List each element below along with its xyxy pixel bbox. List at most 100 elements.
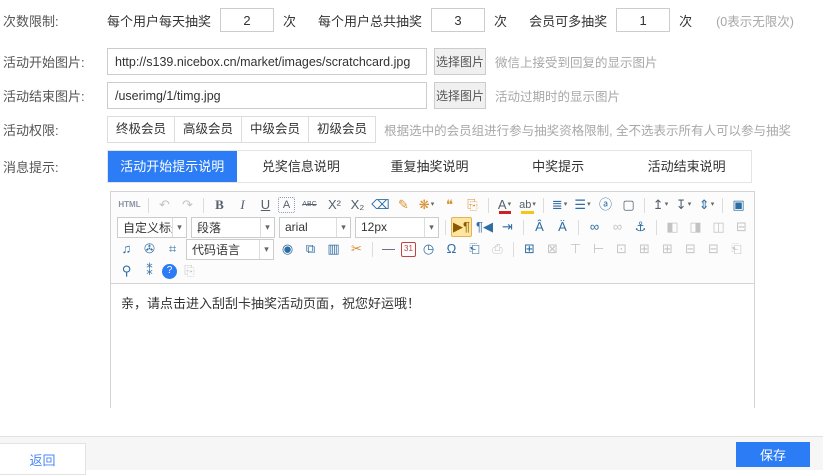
preview-icon[interactable]: ⚲ [116,261,137,281]
limits-fields: 每个用户每天抽奖 次 每个用户总共抽奖 次 会员可多抽奖 次 (0表示无限次) [107,8,794,32]
rich-text-editor: HTML↶↷BIUAABCX²X₂⌫✎❋▾❝⎘A▾ab▾≣▾☰▾ⓐ▢↥▾↧▾⇕▾… [110,191,755,408]
new-page-icon[interactable]: ▢ [618,195,639,215]
toolbar-separator [372,242,373,257]
columns-icon[interactable]: ▥ [323,239,344,259]
per-day-input[interactable] [220,8,274,32]
font-border-icon[interactable]: A [278,197,295,213]
editor-content[interactable]: 亲，请点击进入刮刮卡抽奖活动页面，祝您好运哦！ [111,284,754,408]
total-label: 每个用户总共抽奖 [318,11,422,30]
message-tab[interactable]: 活动结束说明 [622,151,751,182]
member-option-button[interactable]: 终极会员 [107,116,175,143]
subscript-icon[interactable]: X₂ [347,195,368,215]
bold-icon[interactable]: B [209,195,230,215]
message-tab[interactable]: 兑奖信息说明 [237,151,366,182]
insert-table-icon[interactable]: ⊞ [519,239,540,259]
font-size-select[interactable]: 12px▾ [355,217,439,238]
insert-col-icon: ⊞ [657,239,678,259]
end-image-label: 活动结束图片: [3,86,107,105]
paragraph-space-bottom-icon[interactable]: ↧▾ [673,195,694,215]
edit-code-icon[interactable]: ⌗ [162,239,183,259]
italic-icon[interactable]: I [232,195,253,215]
save-button[interactable]: 保存 [736,442,810,467]
member-extra-input[interactable] [616,8,670,32]
special-char-icon[interactable]: Ω [441,239,462,259]
paste-filter-icon[interactable]: ⎘ [462,195,483,215]
start-image-input[interactable] [107,48,427,75]
permission-label: 活动权限: [3,120,107,139]
delete-table-icon: ⊠ [542,239,563,259]
ltr-paragraph-icon[interactable]: ▶¶ [451,217,472,237]
message-tab[interactable]: 中奖提示 [494,151,623,182]
image-align-right-icon: ⊟ [731,217,750,237]
anchor-icon[interactable]: ⚓ [630,217,651,237]
chevron-down-icon: ▾ [260,218,274,237]
custom-title-select[interactable]: 自定义标题▾ [117,217,187,238]
chevron-down-icon: ▾ [259,240,273,259]
rtl-paragraph-icon[interactable]: ¶◀ [474,217,495,237]
message-tab[interactable]: 活动开始提示说明 [108,151,237,182]
map-icon[interactable]: ◉ [277,239,298,259]
paragraph-space-top-icon[interactable]: ↥▾ [650,195,671,215]
lowercase-icon[interactable]: Ä [552,217,573,237]
end-image-input[interactable] [107,82,427,109]
highlight-color-icon[interactable]: ab▾ [517,195,538,215]
end-image-pick-button[interactable]: 选择图片 [434,82,486,109]
link-icon[interactable]: ∞ [584,217,605,237]
strikethrough-icon[interactable]: ABC [297,195,322,215]
chevron-down-icon: ▾ [172,218,186,237]
toolbar-separator [445,220,446,235]
message-tabs-label: 消息提示: [3,157,107,176]
auto-typeset-icon[interactable]: ❋▾ [416,195,437,215]
horizontal-rule-icon[interactable]: — [378,239,399,259]
music-icon[interactable]: ♫ [116,239,137,259]
redo-icon: ↷ [177,195,198,215]
remove-format-icon[interactable]: ⌫ [370,195,391,215]
superscript-icon[interactable]: X² [324,195,345,215]
fullscreen-icon[interactable]: ▣ [728,195,749,215]
member-option-button[interactable]: 高级会员 [174,116,242,143]
end-image-hint: 活动过期时的显示图片 [495,86,620,105]
unordered-list-icon[interactable]: ☰▾ [572,195,593,215]
word-image-icon[interactable]: ⎗ [464,239,485,259]
chevron-down-icon: ▾ [564,195,568,215]
chevron-down-icon: ▾ [665,195,669,215]
chevron-down-icon: ▾ [587,195,591,215]
help-icon[interactable]: ? [162,264,177,279]
back-button[interactable]: 返回 [0,443,86,475]
indent-icon[interactable]: ⇥ [497,217,518,237]
start-image-label: 活动开始图片: [3,52,107,71]
insert-date-icon[interactable]: 31 [401,242,416,257]
snapshot-icon[interactable]: ✂ [346,239,367,259]
toolbar-separator [488,198,489,213]
font-family-select[interactable]: arial▾ [279,217,351,238]
member-option-button[interactable]: 中级会员 [241,116,309,143]
start-image-pick-button[interactable]: 选择图片 [434,48,486,75]
chevron-down-icon: ▾ [688,195,692,215]
message-tab[interactable]: 重复抽奖说明 [365,151,494,182]
line-spacing-icon[interactable]: ⇕▾ [696,195,717,215]
toolbar-separator [543,198,544,213]
find-replace-icon[interactable]: ⁑ [139,261,160,281]
image-align-none-icon: ◧ [662,217,683,237]
html-source-icon[interactable]: HTML [116,195,143,215]
font-color-icon[interactable]: A▾ [494,195,515,215]
member-extra-label: 会员可多抽奖 [529,11,607,30]
member-option-button[interactable]: 初级会员 [308,116,376,143]
blockquote-icon[interactable]: ❝ [439,195,460,215]
format-painter-icon[interactable]: ✎ [393,195,414,215]
unlink-icon: ∞ [607,217,628,237]
code-language-select[interactable]: 代码语言▾ [186,239,274,260]
end-image-row: 活动结束图片: 选择图片 活动过期时的显示图片 [3,82,823,109]
chevron-down-icon: ▾ [424,218,438,237]
insert-time-icon[interactable]: ◷ [418,239,439,259]
attachment-icon[interactable]: ✇ [139,239,160,259]
custom-title-select-value: 自定义标题 [123,219,172,236]
ordered-list-icon[interactable]: ≣▾ [549,195,570,215]
paragraph-select[interactable]: 段落▾ [191,217,275,238]
total-input[interactable] [431,8,485,32]
inline-anchor-icon[interactable]: ⓐ [595,195,616,215]
template-icon: ⎗ [726,239,747,259]
pagebreak-icon[interactable]: ⧉ [300,239,321,259]
underline-icon[interactable]: U [255,195,276,215]
uppercase-icon[interactable]: Â [529,217,550,237]
